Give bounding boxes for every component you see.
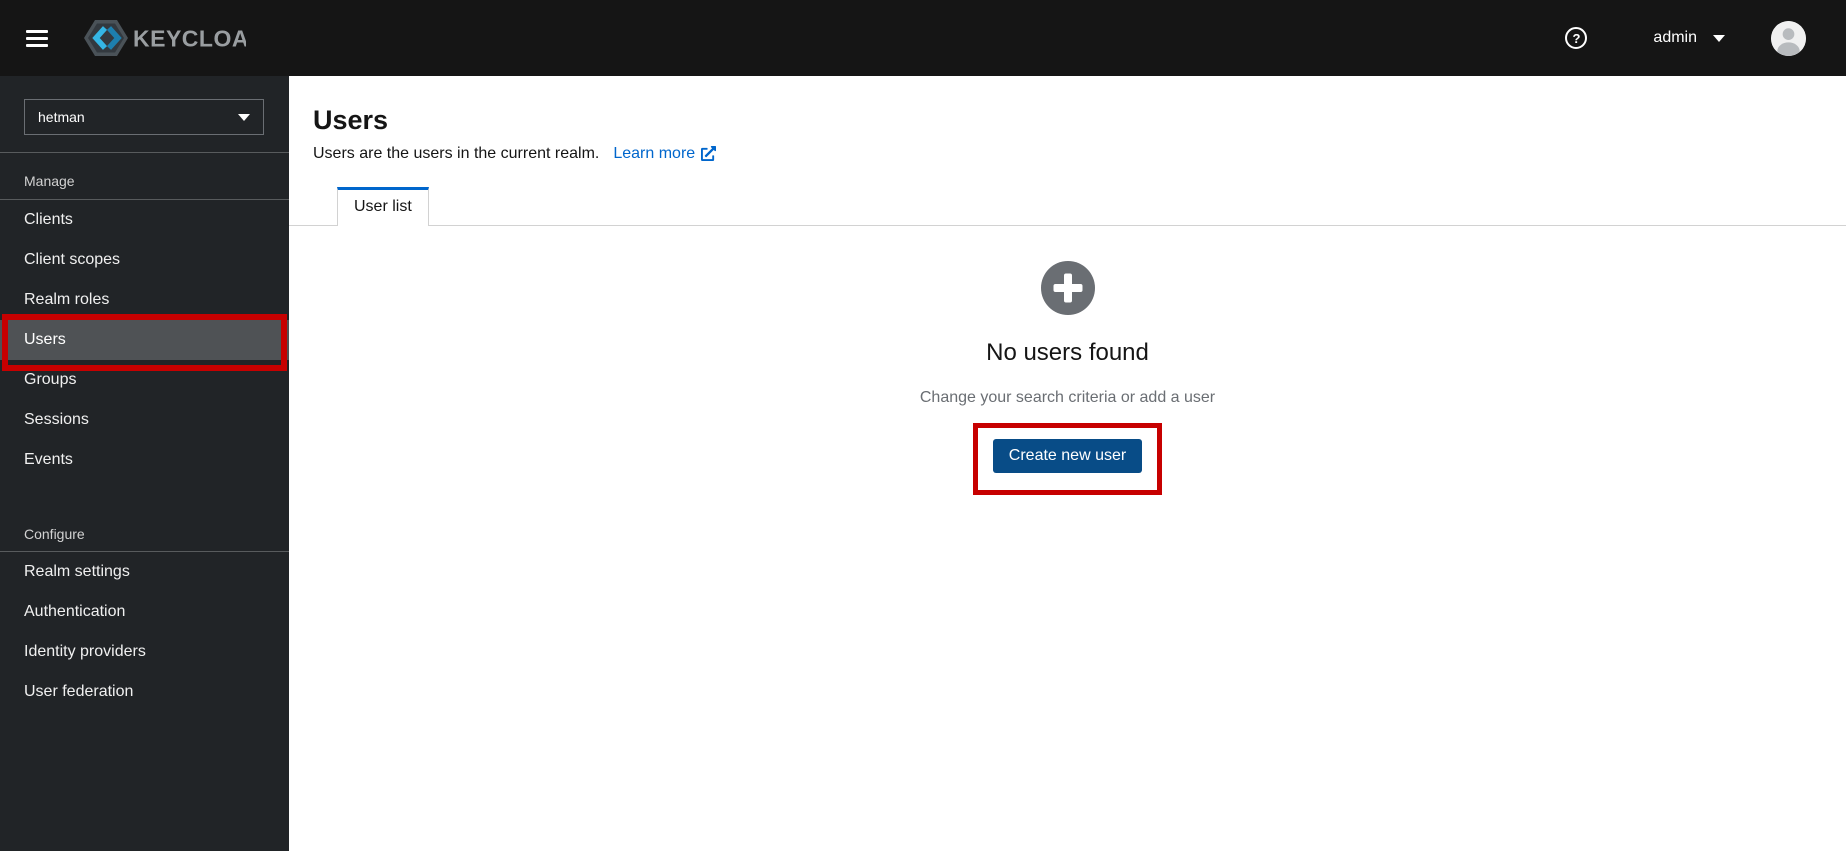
sidebar-item-realm-settings[interactable]: Realm settings <box>0 552 289 592</box>
sidebar-item-clients[interactable]: Clients <box>0 200 289 240</box>
main-content: Users Users are the users in the current… <box>289 76 1846 851</box>
page-subtitle: Users are the users in the current realm… <box>313 144 600 162</box>
sidebar-item-groups[interactable]: Groups <box>0 360 289 400</box>
sidebar-item-identity-providers[interactable]: Identity providers <box>0 632 289 672</box>
user-dropdown[interactable]: admin <box>1653 29 1725 47</box>
plus-circle-icon <box>1040 260 1095 315</box>
external-link-icon <box>701 146 717 162</box>
username-label: admin <box>1653 29 1697 46</box>
person-icon <box>1771 20 1806 56</box>
empty-state-description: Change your search criteria or add a use… <box>919 388 1216 406</box>
nav-section-configure: Configure <box>0 480 289 552</box>
learn-more-label: Learn more <box>613 144 696 162</box>
sidebar-item-user-federation[interactable]: User federation <box>0 672 289 712</box>
sidebar-item-users[interactable]: Users <box>0 320 289 360</box>
empty-state: No users found Change your search criter… <box>289 260 1846 495</box>
nav-section-manage: Manage <box>0 153 289 200</box>
tab-user-list[interactable]: User list <box>337 186 429 226</box>
empty-state-title: No users found <box>986 338 1149 366</box>
keycloak-logo-icon: KEYCLOAK <box>84 20 246 56</box>
page-header: Users Users are the users in the current… <box>289 76 1846 163</box>
learn-more-link[interactable]: Learn more <box>613 144 717 163</box>
sidebar: hetman Manage Clients Client scopes Real… <box>0 76 289 851</box>
avatar[interactable] <box>1771 20 1806 56</box>
sidebar-item-realm-roles[interactable]: Realm roles <box>0 280 289 320</box>
create-new-user-button[interactable]: Create new user <box>992 438 1143 473</box>
chevron-down-icon <box>1713 34 1725 42</box>
sidebar-item-client-scopes[interactable]: Client scopes <box>0 240 289 280</box>
tab-bar: User list <box>289 186 1846 226</box>
hamburger-menu-icon[interactable] <box>26 29 48 47</box>
realm-selector[interactable]: hetman <box>24 99 264 135</box>
page-title: Users <box>313 105 389 135</box>
sidebar-item-events[interactable]: Events <box>0 440 289 480</box>
chevron-down-icon <box>238 113 250 121</box>
help-icon[interactable]: ? <box>1565 27 1588 49</box>
keycloak-logo[interactable]: KEYCLOAK <box>78 18 246 58</box>
help-glyph: ? <box>1572 30 1581 46</box>
sidebar-item-sessions[interactable]: Sessions <box>0 400 289 440</box>
sidebar-item-authentication[interactable]: Authentication <box>0 592 289 632</box>
masthead: KEYCLOAK ? admin <box>0 0 1846 76</box>
keycloak-wordmark: KEYCLOAK <box>133 26 246 52</box>
red-annotation-create-button: Create new user <box>972 422 1163 495</box>
realm-selector-value: hetman <box>38 109 85 125</box>
